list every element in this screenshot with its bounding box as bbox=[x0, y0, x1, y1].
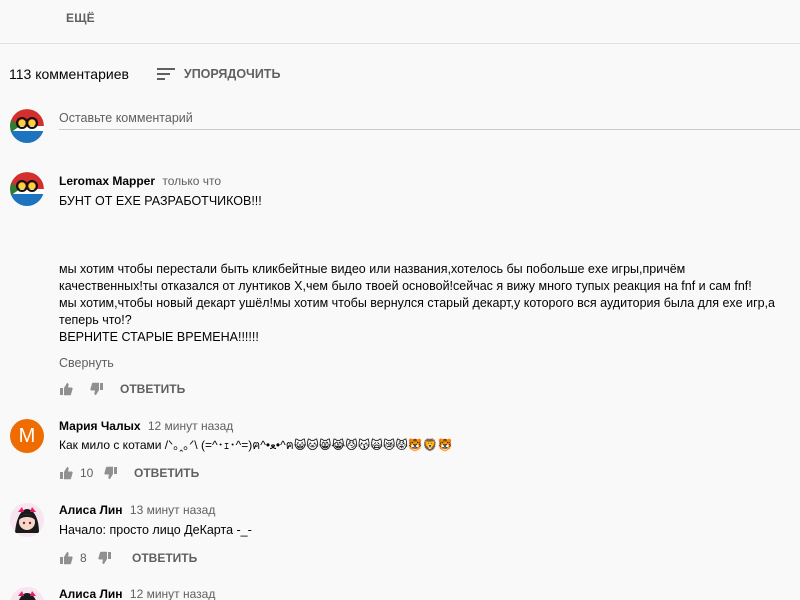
comment-time[interactable]: 12 минут назад bbox=[130, 587, 215, 600]
collapse-button[interactable]: Свернуть bbox=[59, 356, 114, 370]
comment-header: Алиса Лин 13 минут назад bbox=[59, 503, 215, 517]
comment-thread: Leromax Mapper только что БУНТ ОТ EXE РА… bbox=[0, 172, 800, 402]
like-count: 10 bbox=[80, 466, 94, 480]
comment-header: Leromax Mapper только что bbox=[59, 174, 221, 188]
add-comment-box: Оставьте комментарий bbox=[10, 109, 800, 145]
user-avatar-flag-icon[interactable] bbox=[10, 172, 44, 206]
comment-author[interactable]: Алиса Лин bbox=[59, 587, 123, 600]
comment-time[interactable]: 12 минут назад bbox=[148, 419, 233, 433]
comment-text: БУНТ ОТ EXE РАЗРАБОТЧИКОВ!!! мы хотим чт… bbox=[59, 194, 776, 344]
divider bbox=[0, 43, 800, 44]
comment-header: Алиса Лин 12 минут назад bbox=[59, 587, 215, 600]
sort-icon bbox=[156, 67, 175, 81]
thumbs-down-icon[interactable] bbox=[98, 551, 112, 565]
user-avatar-anime-icon[interactable] bbox=[10, 587, 44, 600]
comment-time[interactable]: только что bbox=[162, 174, 221, 188]
comment-actions: 8 ОТВЕТИТЬ bbox=[59, 550, 197, 566]
user-avatar[interactable]: М bbox=[10, 419, 44, 453]
comments-header: 113 комментариев УПОРЯДОЧИТЬ bbox=[9, 64, 280, 84]
comment-actions: ОТВЕТИТЬ bbox=[59, 381, 185, 397]
thumbs-up-icon[interactable] bbox=[59, 551, 73, 565]
user-avatar-flag-icon[interactable] bbox=[10, 109, 44, 143]
comment-header: Мария Чалых 12 минут назад bbox=[59, 419, 233, 433]
like-count: 8 bbox=[80, 551, 87, 565]
comment-text: Как мило с котами /ᐠ｡ꞈ｡ᐟ\ (=^･ｪ･^=)ฅ^•ﻌ•… bbox=[59, 438, 453, 452]
comment-thread: М Мария Чалых 12 минут назад Как мило с … bbox=[0, 419, 800, 489]
comment-author[interactable]: Leromax Mapper bbox=[59, 174, 155, 188]
sort-button[interactable]: УПОРЯДОЧИТЬ bbox=[156, 67, 281, 81]
sort-label: УПОРЯДОЧИТЬ bbox=[183, 67, 281, 81]
thumbs-down-icon[interactable] bbox=[90, 382, 104, 396]
comment-thread: Алиса Лин 12 минут назад bbox=[0, 587, 800, 600]
comment-author[interactable]: Алиса Лин bbox=[59, 503, 123, 517]
reply-button[interactable]: ОТВЕТИТЬ bbox=[134, 466, 199, 480]
comment-actions: 10 ОТВЕТИТЬ bbox=[59, 465, 199, 481]
reply-button[interactable]: ОТВЕТИТЬ bbox=[120, 382, 185, 396]
comment-text: Начало: просто лицо ДеКарта -_- bbox=[59, 523, 252, 537]
show-more-button[interactable]: ЕЩЁ bbox=[66, 11, 95, 25]
thumbs-up-icon[interactable] bbox=[59, 382, 73, 396]
comments-count: 113 комментариев bbox=[9, 66, 129, 82]
thumbs-down-icon[interactable] bbox=[104, 466, 118, 480]
comment-thread: Алиса Лин 13 минут назад Начало: просто … bbox=[0, 503, 800, 573]
reply-button[interactable]: ОТВЕТИТЬ bbox=[132, 551, 197, 565]
thumbs-up-icon[interactable] bbox=[59, 466, 73, 480]
comment-author[interactable]: Мария Чалых bbox=[59, 419, 141, 433]
user-avatar-anime-icon[interactable] bbox=[10, 503, 44, 537]
comment-time[interactable]: 13 минут назад bbox=[130, 503, 215, 517]
comment-input[interactable]: Оставьте комментарий bbox=[59, 109, 800, 130]
